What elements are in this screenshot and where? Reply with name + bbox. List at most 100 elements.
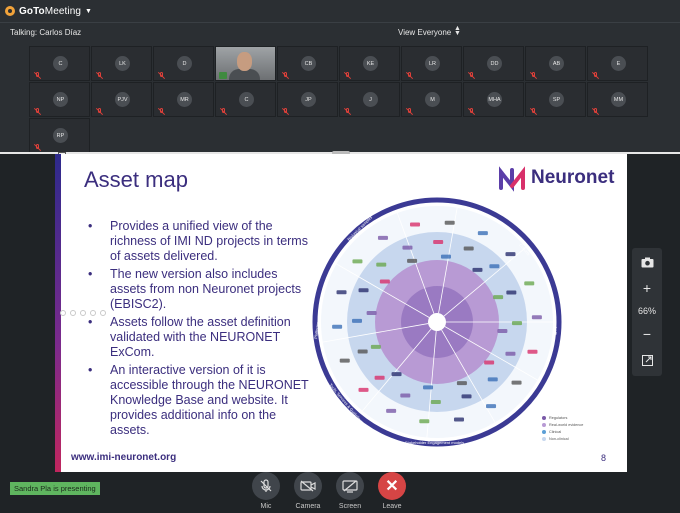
screen-share-off-icon: [342, 479, 358, 493]
title-bar: GoToMeeting ▼: [0, 0, 680, 22]
asset-logo: [376, 262, 387, 267]
leave-label: Leave: [382, 503, 402, 510]
participant-avatar: PJV: [115, 92, 130, 107]
mic-muted-icon: [530, 108, 537, 115]
asset-logo: [339, 358, 350, 363]
mic-muted-icon: [158, 72, 165, 79]
asset-logo: [391, 372, 402, 377]
participant-avatar: JP: [301, 92, 316, 107]
mic-muted-icon: [282, 108, 289, 115]
asset-map-diagram: Datasets Cohorts Biomarkers Disease mode…: [312, 197, 563, 447]
participant-tile[interactable]: MM: [587, 82, 648, 117]
asset-logo: [511, 321, 522, 326]
asset-logo: [400, 393, 411, 398]
slide-footer-url: www.imi-neuronet.org: [71, 452, 177, 463]
participant-gallery: C LK D CB KE LR DD AB E NP PJV MR C JP J M MHA SP MM RP: [0, 44, 680, 153]
participant-avatar: C: [239, 92, 254, 107]
participant-avatar: D: [177, 56, 192, 71]
participant-tile[interactable]: MHA: [463, 82, 524, 117]
mic-muted-icon: [468, 72, 475, 79]
legend-dot: [542, 437, 546, 441]
participant-avatar: KE: [363, 56, 378, 71]
participant-tile[interactable]: MR: [153, 82, 214, 117]
zoom-tool-icon[interactable]: [80, 310, 86, 316]
participant-tile[interactable]: DD: [463, 46, 524, 81]
map-label-datasets: Datasets: [423, 202, 439, 207]
mic-muted-icon: [220, 108, 227, 115]
participant-tile[interactable]: RP: [29, 118, 90, 153]
slide-bullet-list: Provides a unified view of the richness …: [86, 219, 316, 441]
app-brand[interactable]: GoToMeeting: [19, 6, 81, 17]
asset-logo: [410, 222, 421, 227]
neuronet-logo-icon: [499, 166, 525, 192]
pen-tool-icon[interactable]: [70, 310, 76, 316]
participant-video-tile[interactable]: [215, 46, 276, 81]
slide-grid-icon[interactable]: [90, 310, 96, 316]
asset-logo: [386, 408, 397, 413]
mic-muted-icon: [406, 108, 413, 115]
participant-tile[interactable]: M: [401, 82, 462, 117]
mic-muted-icon: [34, 108, 41, 115]
participant-avatar: RP: [53, 128, 68, 143]
presenting-status-badge: Sandra Pla is presenting: [10, 482, 100, 495]
participant-tile[interactable]: CB: [277, 46, 338, 81]
participant-tile[interactable]: C: [215, 82, 276, 117]
participant-tile[interactable]: JP: [277, 82, 338, 117]
participant-avatar: MR: [177, 92, 192, 107]
participant-tile[interactable]: C: [29, 46, 90, 81]
mic-button[interactable]: [252, 472, 280, 500]
participant-avatar: DD: [487, 56, 502, 71]
participant-avatar: LK: [115, 56, 130, 71]
participant-tile[interactable]: J: [339, 82, 400, 117]
participant-tile[interactable]: AB: [525, 46, 586, 81]
view-selector[interactable]: View Everyone: [398, 28, 451, 37]
screen-button[interactable]: [336, 472, 364, 500]
mic-label: Mic: [260, 503, 272, 510]
leave-button[interactable]: ✕: [378, 472, 406, 500]
asset-logo: [440, 254, 451, 259]
brand-bold: GoTo: [19, 5, 45, 17]
talking-indicator: Talking: Carlos Díaz: [10, 28, 82, 37]
mic-active-icon: [219, 72, 227, 79]
asset-logo: [531, 315, 542, 320]
pop-out-icon[interactable]: [639, 352, 655, 368]
brand-menu-caret-icon[interactable]: ▼: [85, 8, 92, 15]
camera-button[interactable]: [294, 472, 322, 500]
asset-logo: [402, 245, 413, 250]
participant-tile[interactable]: KE: [339, 46, 400, 81]
zoom-in-icon[interactable]: +: [639, 280, 655, 296]
slide-mini-toolbar: [60, 308, 130, 318]
asset-logo: [472, 267, 483, 272]
camera-off-icon: [300, 480, 316, 492]
asset-logo: [505, 252, 516, 257]
mic-muted-icon: [406, 72, 413, 79]
mic-muted-icon: [34, 144, 41, 151]
participant-avatar: NP: [53, 92, 68, 107]
view-selector-chevron-icon[interactable]: ▲ ▼: [454, 25, 461, 37]
participant-tile[interactable]: D: [153, 46, 214, 81]
zoom-out-icon[interactable]: −: [639, 326, 655, 342]
more-options-icon[interactable]: [100, 310, 106, 316]
participant-tile[interactable]: E: [587, 46, 648, 81]
asset-logo: [511, 380, 522, 385]
asset-logo: [357, 349, 368, 354]
participant-tile[interactable]: PJV: [91, 82, 152, 117]
asset-logo: [463, 246, 474, 251]
participant-tile[interactable]: SP: [525, 82, 586, 117]
asset-logo: [352, 259, 363, 264]
asset-logo: [407, 258, 418, 263]
participant-tile[interactable]: NP: [29, 82, 90, 117]
participant-tile[interactable]: LR: [401, 46, 462, 81]
prev-slide-icon[interactable]: [60, 310, 66, 316]
zoom-level: 66%: [637, 306, 656, 316]
asset-logo: [370, 344, 381, 349]
snapshot-camera-icon[interactable]: [639, 254, 655, 270]
mic-muted-icon: [158, 108, 165, 115]
map-center: [428, 313, 446, 331]
asset-logo: [430, 399, 441, 404]
participant-tile[interactable]: LK: [91, 46, 152, 81]
asset-logo: [374, 375, 385, 380]
participant-avatar: AB: [549, 56, 564, 71]
bullet-item: Provides a unified view of the richness …: [86, 219, 316, 264]
mic-muted-icon: [96, 72, 103, 79]
